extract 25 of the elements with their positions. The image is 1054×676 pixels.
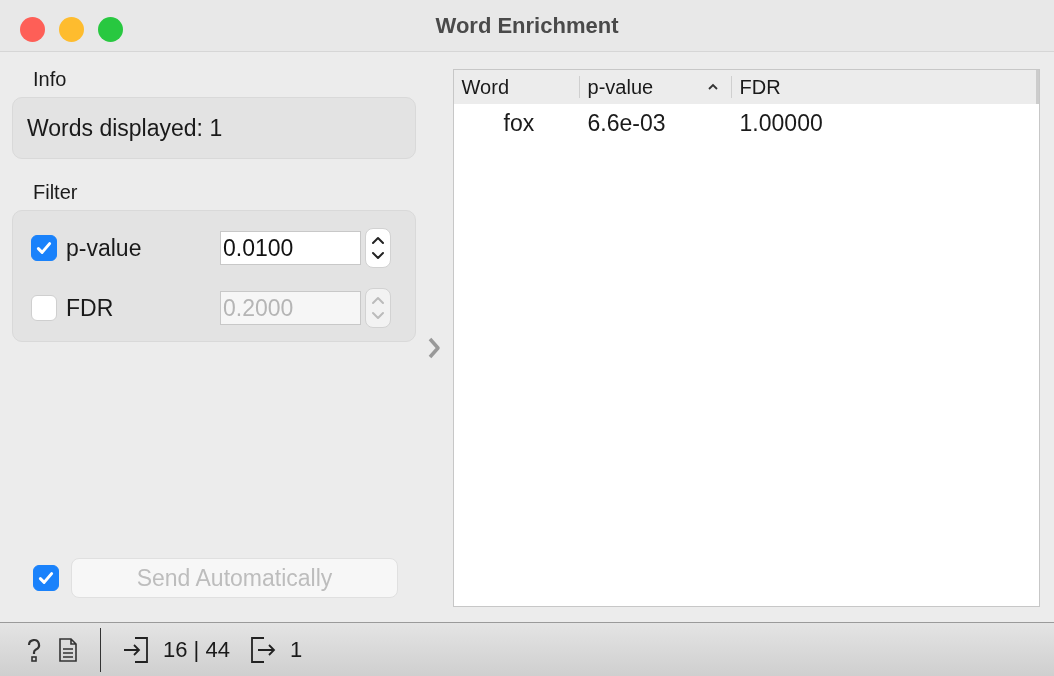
filter-label: p-value xyxy=(66,234,143,262)
checkbox[interactable] xyxy=(31,295,57,321)
section-title: Info xyxy=(33,68,68,91)
column-header[interactable]: Word xyxy=(453,76,580,98)
column-header[interactable]: p-value xyxy=(579,76,732,98)
document-icon[interactable] xyxy=(58,636,78,663)
window-title: Word Enrichment xyxy=(435,12,619,39)
section-title: Filter xyxy=(33,181,79,204)
filter-label: FDR xyxy=(66,294,115,322)
minimize-button[interactable] xyxy=(59,17,84,42)
spin-buttons[interactable] xyxy=(365,228,391,268)
column-header[interactable]: FDR xyxy=(731,76,1036,98)
input-count: 16 | 44 xyxy=(163,636,230,663)
zoom-button[interactable] xyxy=(98,17,123,42)
output-icon xyxy=(249,635,276,664)
checkbox[interactable] xyxy=(31,235,57,261)
number-field[interactable]: 0.0100 xyxy=(220,231,361,265)
chevron-right-icon[interactable] xyxy=(427,336,442,360)
output-count: 1 xyxy=(289,636,303,663)
table-cell-text: 6.6e-03 xyxy=(586,109,667,137)
table-cell-text: fox xyxy=(502,109,536,137)
info-text: Words displayed: 1 xyxy=(27,114,223,142)
table-cell-text: 1.00000 xyxy=(738,109,824,137)
input-icon xyxy=(123,635,149,664)
close-button[interactable] xyxy=(20,17,45,42)
